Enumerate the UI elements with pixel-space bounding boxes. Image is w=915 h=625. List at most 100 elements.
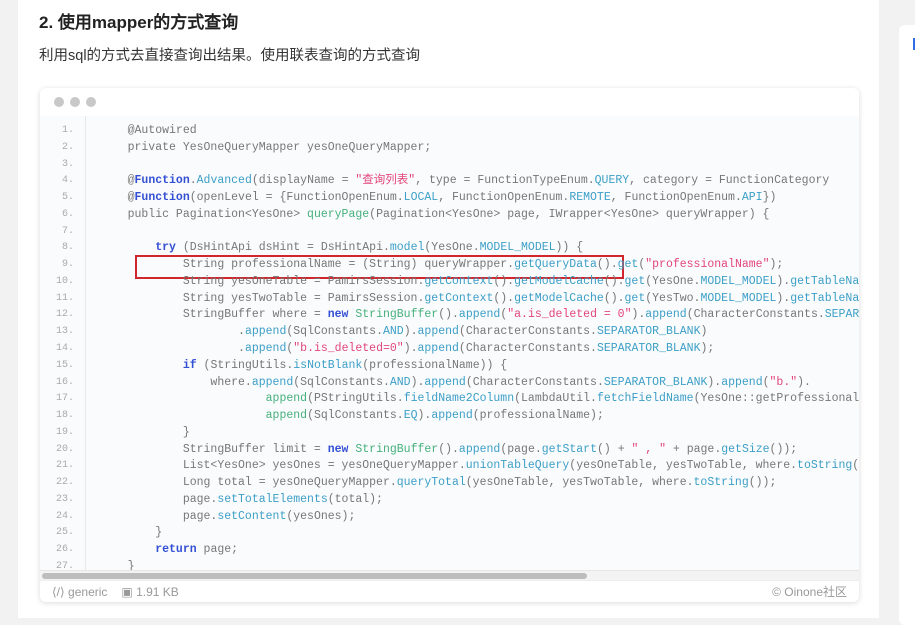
code-token: (YesTwo.: [645, 291, 701, 305]
size-label: ▣ 1.91 KB: [121, 585, 178, 599]
window-dots: [40, 88, 859, 116]
code-token: SEPARATOR_BLANK: [603, 375, 708, 389]
language-text: generic: [68, 584, 108, 599]
code-token: append: [244, 342, 287, 355]
line-number: 27.: [55, 561, 74, 570]
code-token: Advanced: [196, 174, 252, 188]
line-number: 25.: [55, 527, 74, 539]
code-token: if: [182, 358, 197, 372]
section-description: 利用sql的方式去直接查询出结果。使用联表查询的方式查询: [39, 48, 421, 64]
code-token: REMOTE: [569, 191, 611, 205]
code-token: "查询列表": [355, 174, 416, 188]
code-token: (total);: [327, 492, 383, 506]
line-number: 17.: [55, 393, 74, 405]
line-number: 16.: [55, 376, 74, 388]
code-token: ).: [417, 409, 432, 423]
code-token: (CharacterConstants.: [686, 308, 825, 322]
code-token: getModelCache: [514, 291, 604, 305]
code-token: get: [624, 274, 646, 288]
code-token: ).: [403, 342, 418, 355]
code-text: private YesOneQueryMapper yesOneQueryMap…: [100, 139, 432, 156]
code-token: get: [624, 291, 646, 305]
code-token: }: [100, 526, 163, 540]
code-token: ).: [797, 375, 811, 389]
line-number: 11.: [55, 292, 74, 304]
code-text: .append(SqlConstants.AND).append(Charact…: [100, 323, 707, 340]
code-token: + page.: [666, 442, 722, 456]
size-text: 1.91 KB: [136, 584, 179, 599]
code-token: queryPage: [307, 207, 370, 221]
code-token: ): [700, 325, 708, 339]
code-token: getModelCache: [514, 274, 604, 288]
code-token: append: [251, 375, 294, 389]
code-token: ().: [493, 291, 515, 305]
code-text: String yesTwoTable = PamirsSession.getCo…: [100, 290, 859, 307]
line-number: 19.: [55, 426, 74, 438]
code-text: return page;: [100, 541, 238, 558]
code-text: @Function(openLevel = {FunctionOpenEnum.…: [100, 189, 777, 206]
code-token: getSize: [721, 442, 770, 456]
line-number: 21.: [55, 460, 74, 472]
code-token: new: [327, 308, 349, 322]
code-token: AND: [382, 325, 404, 339]
code-token: ());: [769, 442, 798, 456]
code-token: , category = FunctionCategory: [629, 174, 830, 188]
language-label: ⟨/⟩ generic: [52, 585, 107, 599]
code-token: public Pagination<YesOne>: [100, 207, 308, 221]
code-token: StringBuffer: [355, 308, 439, 322]
code-token: getQueryData: [514, 258, 597, 272]
code-text: String yesOneTable = PamirsSession.getCo…: [100, 273, 859, 290]
code-token: (professionalName)) {: [362, 358, 508, 372]
code-token: @: [100, 191, 135, 205]
dot-icon: [70, 97, 80, 107]
code-token: ().: [493, 274, 515, 288]
code-token: append: [417, 325, 459, 339]
line-number: 26.: [55, 544, 74, 556]
code-token: ().: [603, 274, 625, 288]
code-token: @: [100, 174, 135, 188]
code-text: }: [100, 558, 135, 570]
line-number: 23.: [55, 493, 74, 505]
code-token: (professionalName);: [472, 409, 604, 423]
code-token: isNotBlank: [293, 358, 363, 372]
line-number: 3.: [61, 158, 74, 170]
scrollbar-thumb[interactable]: [42, 573, 587, 579]
code-token: (YesOne::getProfessionalName))).: [693, 392, 859, 406]
code-token: "b.is_deleted=0": [293, 342, 404, 355]
code-token: (PStringUtils.: [307, 392, 404, 406]
code-token: StringBuffer where =: [100, 308, 328, 322]
code-text: append(PStringUtils.fieldName2Column(Lam…: [100, 390, 859, 407]
code-token: ().: [438, 442, 459, 456]
line-number: 4.: [61, 175, 74, 187]
code-token: try: [155, 241, 176, 255]
dot-icon: [54, 97, 64, 107]
code-token: StringBuffer: [355, 442, 439, 456]
line-number: 7.: [61, 225, 74, 237]
code-text: @Function.Advanced(displayName = "查询列表",…: [100, 172, 830, 189]
dot-icon: [86, 97, 96, 107]
code-token: (DsHintApi dsHint = DsHintApi.: [175, 241, 390, 255]
code-token: private YesOneQueryMapper yesOneQueryMap…: [100, 140, 432, 154]
code-text: page.setTotalElements(total);: [100, 491, 383, 508]
code-token: .: [189, 174, 197, 188]
code-token: (LambdaUtil.: [514, 392, 597, 406]
code-token: QUERY: [594, 174, 630, 188]
code-token: (SqlConstants.: [307, 409, 404, 423]
code-token: (displayName =: [251, 174, 356, 188]
code-token: );: [700, 342, 715, 355]
code-token: getTableName: [790, 274, 859, 288]
horizontal-scrollbar[interactable]: [40, 570, 859, 580]
line-number: 13.: [55, 326, 74, 338]
code-token: ().: [596, 258, 618, 272]
copyright: © Oinone社区: [772, 585, 847, 599]
code-token: @Autowired: [100, 124, 197, 137]
code-text: StringBuffer where = new StringBuffer().…: [100, 306, 859, 323]
code-token: , FunctionOpenEnum.: [438, 191, 570, 205]
code-token: page.: [100, 509, 218, 523]
code-token: (), limit.toString());: [852, 459, 859, 473]
code-token: MODEL_MODEL: [479, 241, 556, 255]
code-token: String professionalName = (String) query…: [100, 258, 515, 272]
code-token: Function: [134, 191, 190, 205]
code-token: getContext: [424, 274, 494, 288]
